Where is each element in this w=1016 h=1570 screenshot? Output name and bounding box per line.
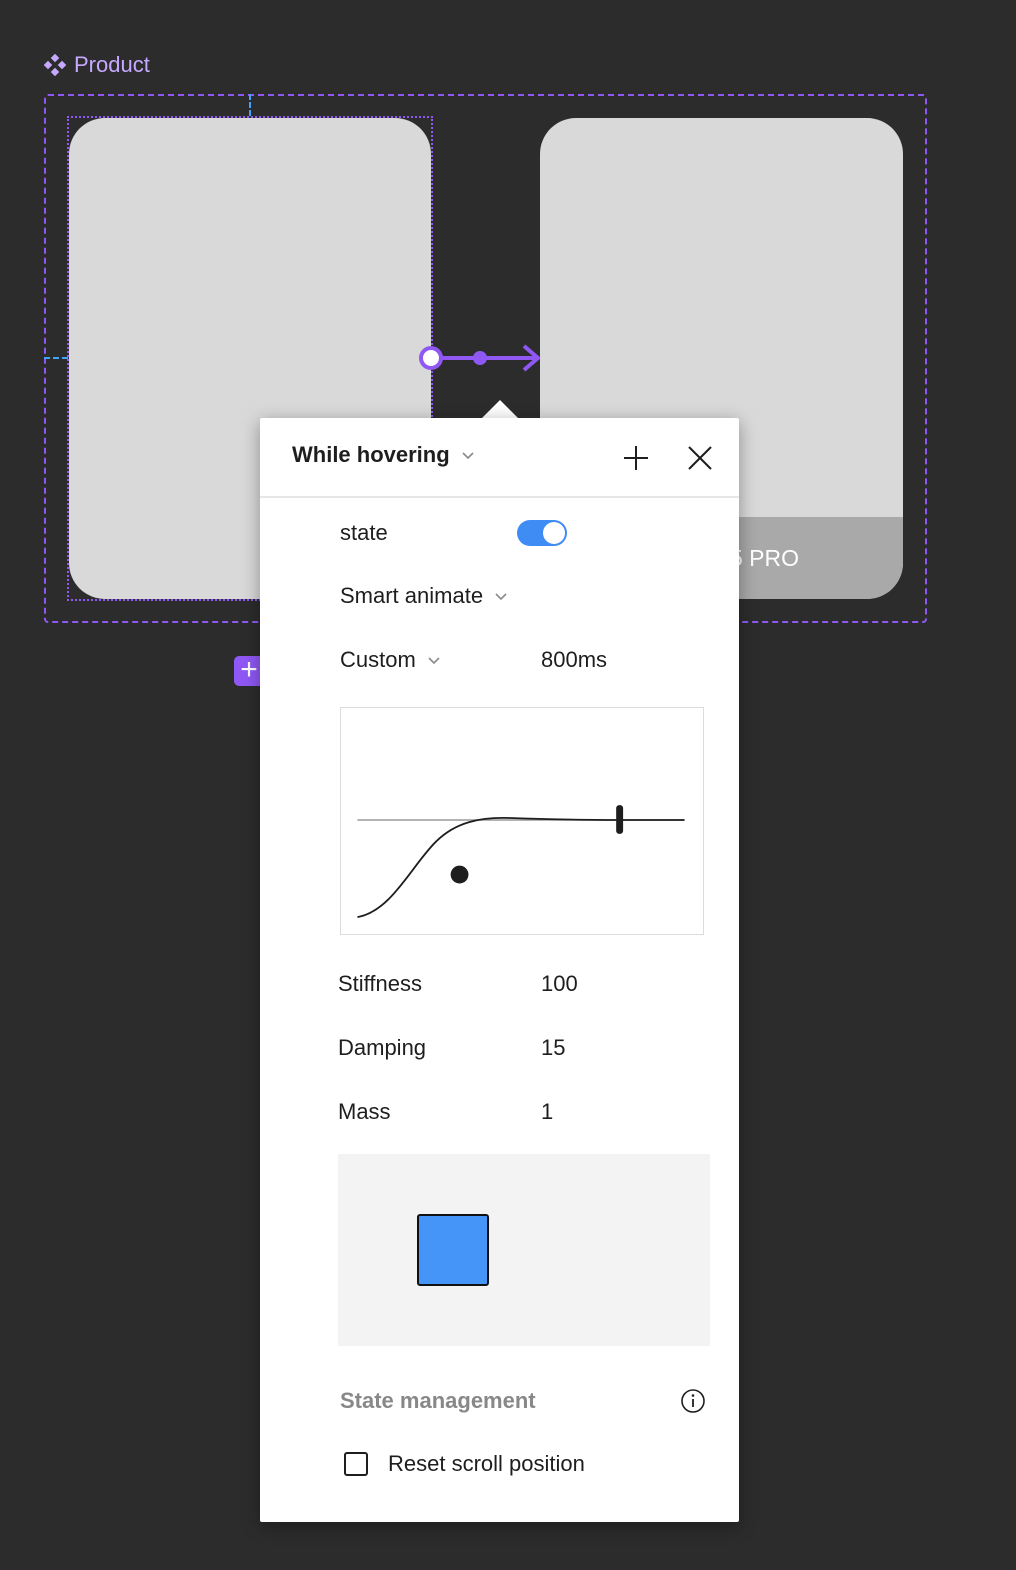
close-icon[interactable] — [684, 442, 716, 474]
popover-caret — [482, 400, 518, 418]
info-icon[interactable] — [680, 1388, 706, 1414]
animation-label: Smart animate — [340, 583, 484, 608]
trigger-dropdown[interactable]: While hovering — [292, 442, 476, 468]
mass-label: Mass — [338, 1099, 391, 1124]
component-set-label[interactable]: Product — [44, 52, 150, 78]
chevron-down-icon — [493, 588, 509, 604]
design-canvas[interactable]: Product 5 PRO + While hovering state Sma… — [0, 0, 1016, 1570]
state-management-title: State management — [340, 1388, 536, 1413]
duration-input[interactable]: 800ms — [541, 647, 607, 673]
interaction-popover: While hovering state Smart animate Custo… — [260, 418, 739, 1522]
animation-dropdown[interactable]: Smart animate — [340, 583, 509, 609]
trigger-label: While hovering — [292, 442, 450, 467]
toggle-knob — [543, 522, 565, 544]
reset-scroll-checkbox[interactable] — [344, 1452, 368, 1476]
damping-label: Damping — [338, 1035, 427, 1060]
spring-curve-editor[interactable] — [340, 707, 704, 935]
component-set-name: Product — [74, 52, 150, 77]
state-label: state — [340, 520, 388, 545]
plus-icon[interactable] — [620, 442, 652, 474]
preview-square — [417, 1214, 489, 1286]
stiffness-label: Stiffness — [338, 971, 422, 996]
mass-input[interactable]: 1 — [541, 1099, 553, 1125]
alignment-guide-horizontal — [44, 357, 68, 359]
damping-input[interactable]: 15 — [541, 1035, 565, 1061]
alignment-guide-vertical — [249, 94, 251, 116]
chevron-down-icon — [426, 652, 442, 668]
popover-header: While hovering — [260, 418, 739, 498]
chevron-down-icon — [460, 447, 476, 463]
easing-label: Custom — [340, 647, 416, 672]
reset-scroll-label: Reset scroll position — [388, 1451, 585, 1476]
state-toggle[interactable] — [517, 520, 567, 546]
prototype-connection-arrow[interactable] — [416, 340, 546, 376]
animation-preview — [338, 1154, 710, 1346]
stiffness-input[interactable]: 100 — [541, 971, 578, 997]
component-icon — [44, 54, 66, 76]
easing-dropdown[interactable]: Custom — [340, 647, 442, 673]
